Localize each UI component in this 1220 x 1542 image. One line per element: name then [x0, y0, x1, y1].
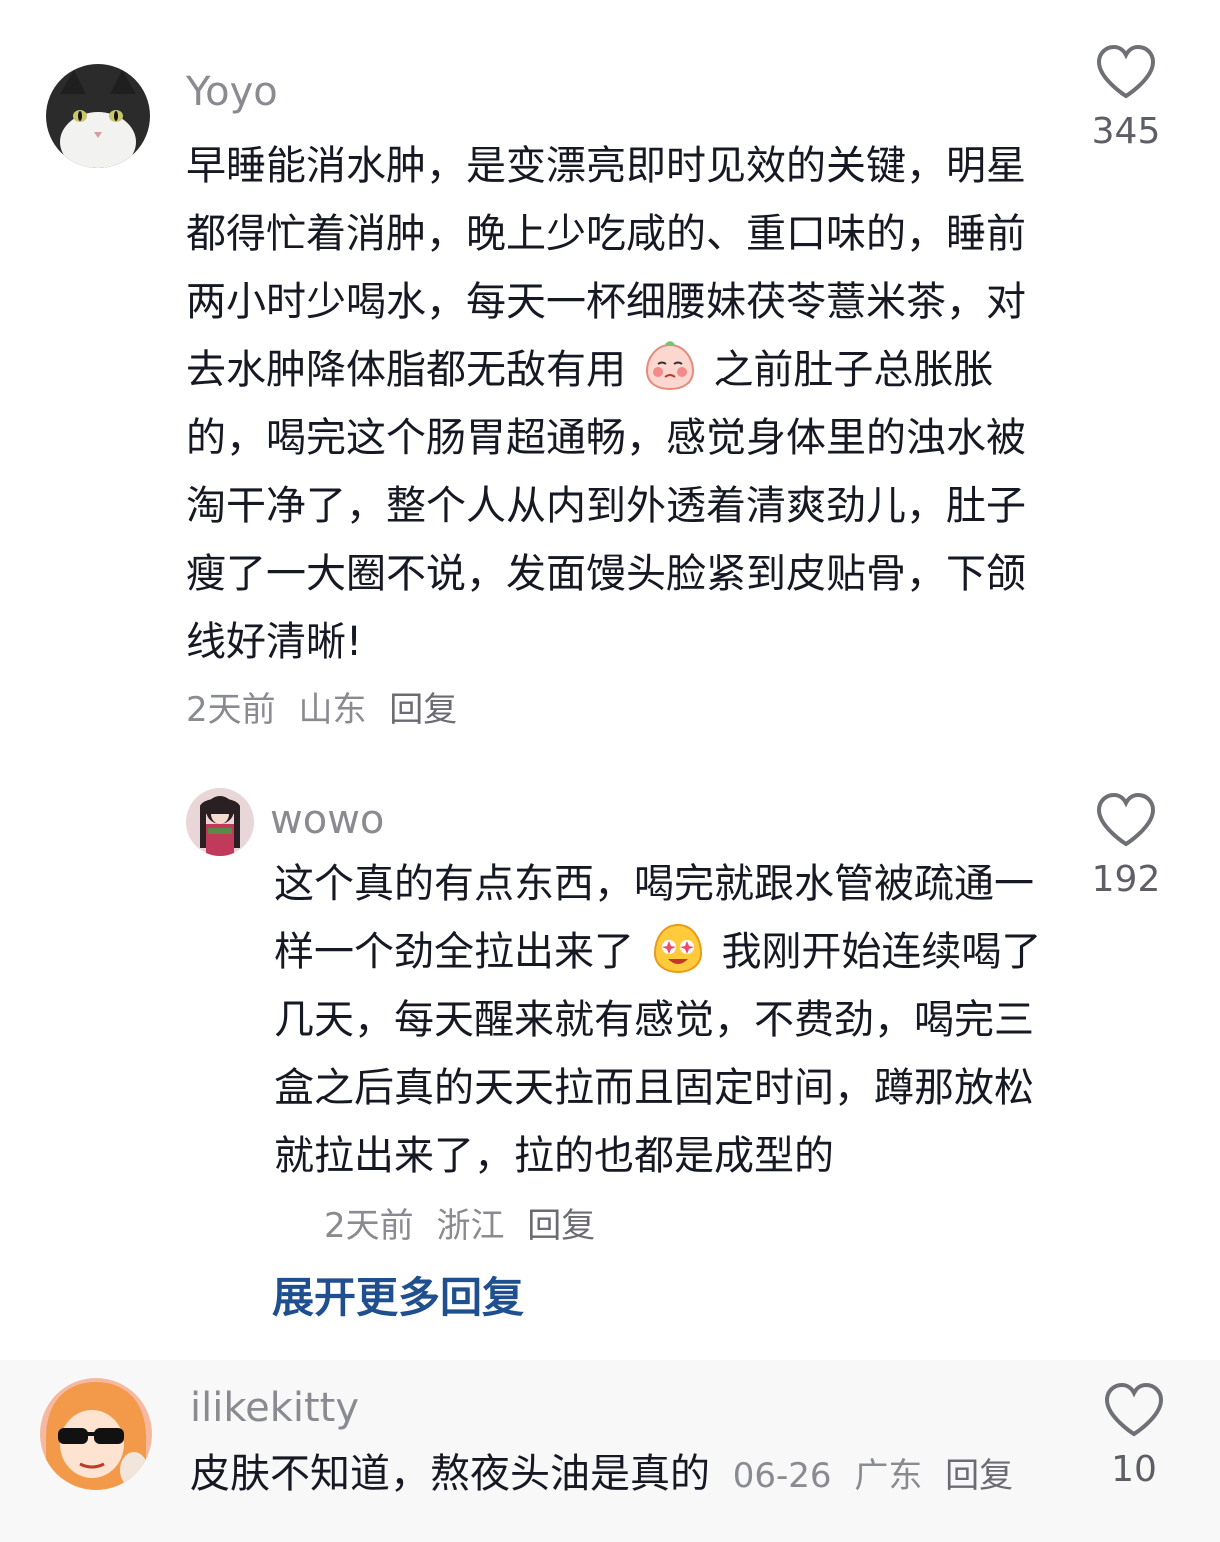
like-count: 192 — [1091, 859, 1161, 900]
expand-replies-button[interactable]: 展开更多回复 — [272, 1272, 524, 1324]
starry-eyed-emoji-icon — [653, 923, 702, 974]
reply-button[interactable]: 回复 — [527, 1206, 595, 1246]
comment-time: 2天前 — [324, 1206, 414, 1246]
heart-icon — [1104, 1382, 1164, 1437]
comment-text-part: 皮肤不知道，熬夜头油是真的 — [190, 1451, 710, 1497]
heart-icon — [1096, 792, 1156, 847]
comment-text: 皮肤不知道，熬夜头油是真的 06-26 广东 回复 — [190, 1440, 1070, 1510]
comment-meta: 2天前 山东 回复 — [186, 682, 469, 731]
comment-item: ilikekitty 皮肤不知道，熬夜头油是真的 06-26 广东 回复 10 — [0, 1360, 1220, 1542]
heart-icon — [1096, 44, 1156, 99]
sunglasses-girl-avatar-icon — [40, 1378, 152, 1490]
comment-username[interactable]: ilikekitty — [190, 1384, 359, 1432]
comment-meta: 2天前 浙江 回复 — [324, 1206, 607, 1246]
comment-text: 这个真的有点东西，喝完就跟水管被疏通一样一个劲全拉出来了 我刚开始连续喝了几天，… — [274, 850, 1054, 1260]
comment-location: 广东 — [854, 1456, 923, 1496]
comment-location: 山东 — [298, 690, 367, 730]
like-button[interactable]: 192 — [1076, 792, 1176, 902]
like-count: 10 — [1111, 1449, 1157, 1490]
comment-text: 早睡能消水肿，是变漂亮即时见效的关键，明星都得忙着消肿，晚上少吃咸的、重口味的，… — [186, 132, 1056, 676]
comment-time: 2天前 — [186, 690, 276, 730]
comment-location: 浙江 — [436, 1206, 505, 1246]
avatar[interactable] — [46, 64, 150, 168]
like-button[interactable]: 345 — [1076, 44, 1176, 154]
like-count: 345 — [1091, 111, 1161, 152]
comment-text-part: 之前肚子总胀胀的，喝完这个肠胃超通畅，感觉身体里的浊水被淘干净了，整个人从内到外… — [186, 347, 1026, 665]
reply-button[interactable]: 回复 — [945, 1456, 1013, 1496]
comment-meta: 06-26 广东 回复 — [733, 1456, 1025, 1496]
like-button[interactable]: 10 — [1084, 1382, 1184, 1492]
comment-time: 06-26 — [732, 1456, 832, 1496]
anime-girl-avatar-icon — [186, 788, 254, 856]
comment-username[interactable]: wowo — [270, 796, 384, 844]
avatar[interactable] — [40, 1378, 152, 1490]
avatar[interactable] — [186, 788, 254, 856]
blushing-peach-emoji-icon — [645, 341, 694, 391]
comment-username[interactable]: Yoyo — [186, 68, 278, 116]
reply-button[interactable]: 回复 — [389, 690, 457, 730]
comment-list: Yoyo 早睡能消水肿，是变漂亮即时见效的关键，明星都得忙着消肿，晚上少吃咸的、… — [0, 0, 1220, 1360]
cat-avatar-icon — [46, 64, 150, 168]
